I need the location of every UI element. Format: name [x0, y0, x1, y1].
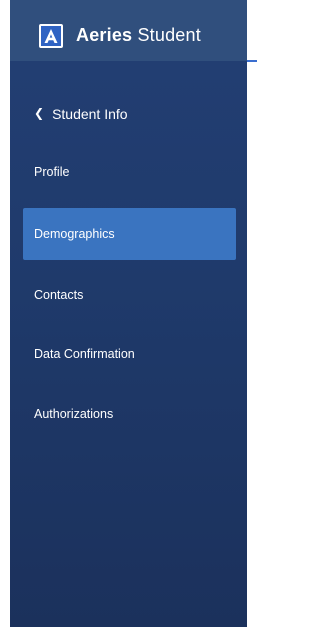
nav-item-label: Data Confirmation [34, 347, 135, 361]
nav-item-label: Profile [34, 165, 70, 179]
nav-item-label: Contacts [34, 288, 84, 302]
chevron-left-icon: ❮ [34, 106, 45, 120]
brand-title: Aeries Student [76, 25, 201, 46]
sidebar: Aeries Student ❮ Student Info Profile De… [10, 0, 247, 627]
header-accent-line [247, 60, 257, 62]
nav-item-label: Authorizations [34, 407, 114, 421]
back-student-info-link[interactable]: ❮ Student Info [34, 106, 128, 122]
nav-item-demographics[interactable]: Demographics [23, 208, 236, 260]
nav-item-profile[interactable]: Profile [23, 146, 236, 198]
nav-item-authorizations[interactable]: Authorizations [23, 388, 236, 440]
aeries-logo-icon [39, 24, 63, 48]
brand-name-bold: Aeries [76, 25, 133, 45]
nav-item-label: Demographics [34, 227, 115, 241]
brand-header: Aeries Student [10, 0, 247, 61]
back-link-label: Student Info [52, 106, 128, 122]
nav-item-contacts[interactable]: Contacts [23, 269, 236, 321]
nav-item-data-confirmation[interactable]: Data Confirmation [23, 328, 236, 380]
brand-name-light: Student [137, 25, 201, 45]
